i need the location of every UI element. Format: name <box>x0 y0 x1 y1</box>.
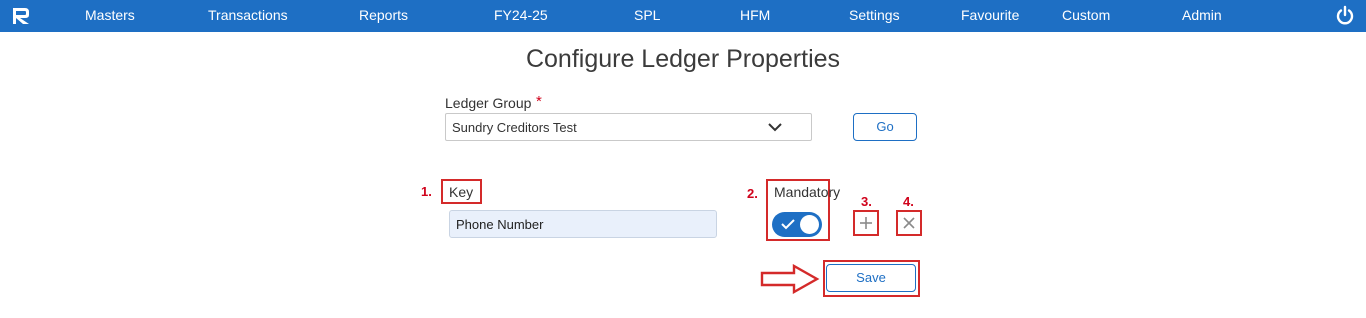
mandatory-toggle[interactable] <box>772 212 822 237</box>
mandatory-label: Mandatory <box>774 184 841 200</box>
check-icon <box>781 219 795 230</box>
go-button[interactable]: Go <box>853 113 917 141</box>
nav-spl[interactable]: SPL <box>634 0 660 32</box>
page-title: Configure Ledger Properties <box>525 45 841 73</box>
nav-custom[interactable]: Custom <box>1062 0 1110 32</box>
required-marker: * <box>536 93 542 110</box>
power-icon[interactable] <box>1334 5 1356 27</box>
ledger-group-select[interactable]: Sundry Creditors Test <box>445 113 812 141</box>
nav-admin[interactable]: Admin <box>1182 0 1222 32</box>
nav-hfm[interactable]: HFM <box>740 0 770 32</box>
save-button[interactable]: Save <box>826 264 916 292</box>
ledger-group-label: Ledger Group <box>445 95 532 111</box>
app-logo-icon[interactable] <box>11 6 31 26</box>
close-icon[interactable] <box>900 214 918 232</box>
nav-fy24-25[interactable]: FY24-25 <box>494 0 548 32</box>
annotation-1: 1. <box>421 184 432 199</box>
annotation-3: 3. <box>861 194 872 209</box>
nav-settings[interactable]: Settings <box>849 0 900 32</box>
key-input[interactable]: Phone Number <box>449 210 717 238</box>
nav-masters[interactable]: Masters <box>85 0 135 32</box>
toggle-knob <box>800 215 819 234</box>
chevron-down-icon <box>768 123 782 132</box>
annotation-2: 2. <box>747 186 758 201</box>
nav-favourite[interactable]: Favourite <box>961 0 1019 32</box>
annotation-4: 4. <box>903 194 914 209</box>
arrow-right-icon <box>760 264 820 294</box>
top-nav-bar: Masters Transactions Reports FY24-25 SPL… <box>0 0 1366 32</box>
key-label: Key <box>449 184 474 200</box>
ledger-group-selected-value: Sundry Creditors Test <box>452 120 577 135</box>
nav-reports[interactable]: Reports <box>359 0 408 32</box>
plus-icon[interactable] <box>857 214 875 232</box>
nav-transactions[interactable]: Transactions <box>208 0 288 32</box>
